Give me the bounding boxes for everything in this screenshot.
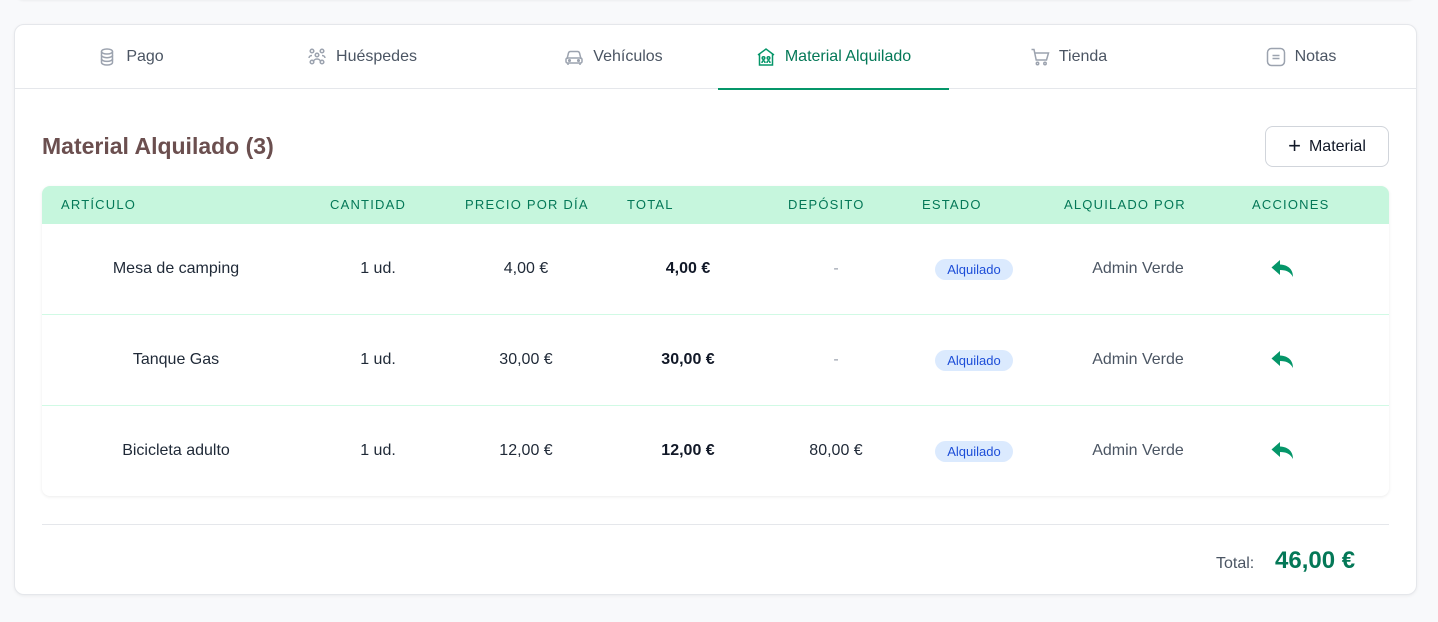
cell-item: Mesa de camping — [112, 260, 240, 277]
cell-price-per-day: 30,00 € — [499, 351, 553, 368]
cell-total: 30,00 € — [661, 351, 715, 368]
header-deposito: Depósito — [788, 197, 865, 212]
status-badge: Alquilado — [935, 349, 1013, 371]
tab-label: Huéspedes — [336, 48, 417, 65]
cart-icon — [1030, 47, 1050, 67]
section-title: Material Alquilado (3) — [42, 133, 274, 159]
header-acciones: Acciones — [1252, 197, 1330, 212]
tab-huespedes[interactable]: Huéspedes — [246, 25, 478, 89]
header-articulo: Artículo — [61, 197, 137, 212]
plus-icon: + — [1288, 132, 1301, 158]
status-cell: Alquilado — [914, 315, 1034, 405]
tab-label: Pago — [126, 48, 164, 65]
action-cell — [1263, 315, 1303, 405]
cell-item: Bicicleta adulto — [122, 442, 230, 459]
status-cell: Alquilado — [914, 224, 1034, 314]
table-header: Artículo Cantidad Precio por día Total D… — [42, 186, 1389, 224]
total-label: Total: — [1216, 555, 1255, 572]
table-row: Tanque Gas 1 ud. 30,00 € 30,00 € - Alqui… — [42, 315, 1389, 406]
total-value: 46,00 € — [1275, 547, 1356, 574]
return-icon[interactable] — [1270, 258, 1296, 280]
header-total: Total — [627, 197, 674, 212]
header-estado: Estado — [922, 197, 982, 212]
status-badge: Alquilado — [935, 258, 1013, 280]
header-cantidad: Cantidad — [330, 197, 407, 212]
cell-price-per-day: 12,00 € — [499, 442, 553, 459]
cell-quantity: 1 ud. — [360, 351, 396, 368]
cell-rented-by: Admin Verde — [1092, 442, 1184, 459]
tab-material-alquilado[interactable]: Material Alquilado — [718, 25, 949, 90]
users-icon — [307, 47, 327, 67]
tab-label: Material Alquilado — [784, 48, 912, 65]
cell-rented-by: Admin Verde — [1092, 351, 1184, 368]
add-material-label: Material — [1308, 137, 1366, 155]
reservation-card: Pago Huéspedes Vehículos Material Alquil… — [14, 24, 1417, 595]
cell-item: Tanque Gas — [132, 351, 220, 368]
cell-deposit: - — [833, 260, 839, 277]
add-material-button[interactable]: + Material — [1265, 126, 1389, 167]
table-row: Mesa de camping 1 ud. 4,00 € 4,00 € - Al… — [42, 224, 1389, 315]
status-badge: Alquilado — [935, 440, 1013, 462]
tab-label: Tienda — [1058, 48, 1108, 65]
tab-bar: Pago Huéspedes Vehículos Material Alquil… — [15, 25, 1417, 90]
cell-quantity: 1 ud. — [360, 442, 396, 459]
rented-material-table: Artículo Cantidad Precio por día Total D… — [42, 186, 1389, 496]
action-cell — [1263, 406, 1303, 496]
cell-total: 4,00 € — [665, 260, 711, 277]
tab-label: Notas — [1294, 48, 1337, 65]
tab-pago[interactable]: Pago — [15, 25, 246, 89]
cell-price-per-day: 4,00 € — [503, 260, 549, 277]
tab-tienda[interactable]: Tienda — [953, 25, 1184, 89]
status-cell: Alquilado — [914, 406, 1034, 496]
footer-divider — [42, 524, 1389, 525]
tab-notas[interactable]: Notas — [1185, 25, 1417, 89]
return-icon[interactable] — [1270, 440, 1296, 462]
header-precio-por-dia: Precio por día — [465, 197, 589, 212]
tab-label: Vehículos — [593, 48, 663, 65]
cell-deposit: - — [833, 351, 839, 368]
cell-rented-by: Admin Verde — [1092, 260, 1184, 277]
cell-total: 12,00 € — [661, 442, 715, 459]
header-alquilado-por: Alquilado por — [1064, 197, 1186, 212]
tab-vehiculos[interactable]: Vehículos — [498, 25, 729, 89]
cell-deposit: 80,00 € — [809, 442, 863, 459]
coins-icon — [97, 47, 117, 67]
table-row: Bicicleta adulto 1 ud. 12,00 € 12,00 € 8… — [42, 406, 1389, 496]
note-icon — [1266, 47, 1286, 67]
store-icon — [756, 47, 776, 67]
action-cell — [1263, 224, 1303, 314]
cell-quantity: 1 ud. — [360, 260, 396, 277]
car-icon — [564, 47, 584, 67]
return-icon[interactable] — [1270, 349, 1296, 371]
